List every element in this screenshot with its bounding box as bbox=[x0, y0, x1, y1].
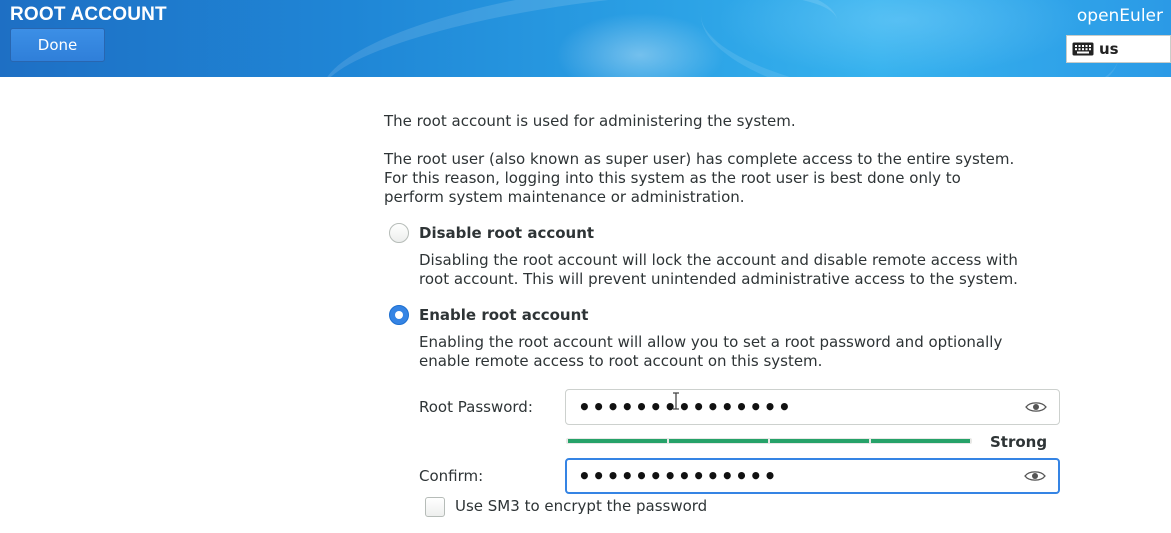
eye-icon[interactable] bbox=[1025, 400, 1047, 414]
enable-root-desc-line-2: enable remote access to root account on … bbox=[419, 352, 823, 370]
sm3-checkbox[interactable] bbox=[425, 497, 445, 517]
password-strength-label: Strong bbox=[990, 433, 1048, 451]
enable-root-radio[interactable] bbox=[389, 305, 409, 325]
strength-segment-3 bbox=[770, 439, 869, 443]
confirm-label: Confirm: bbox=[419, 467, 484, 485]
strength-segment-1 bbox=[568, 439, 667, 443]
password-strength-bar bbox=[566, 438, 972, 444]
text-cursor-icon bbox=[673, 392, 679, 410]
page-title: ROOT ACCOUNT bbox=[10, 4, 167, 25]
strength-segment-4 bbox=[871, 439, 970, 443]
eye-icon[interactable] bbox=[1024, 469, 1046, 483]
done-button[interactable]: Done bbox=[10, 28, 105, 62]
confirm-password-input[interactable]: •••••••••••••• bbox=[565, 458, 1060, 494]
strength-segment-2 bbox=[669, 439, 768, 443]
intro-text: The root account is used for administeri… bbox=[384, 112, 796, 130]
disable-root-radio[interactable] bbox=[389, 223, 409, 243]
header-decoration-2 bbox=[693, 0, 1127, 77]
keyboard-layout-label: us bbox=[1099, 40, 1119, 58]
keyboard-icon bbox=[1072, 42, 1094, 56]
disable-root-desc-line-1: Disabling the root account will lock the… bbox=[419, 251, 1018, 269]
intro-detail-line-1: The root user (also known as super user)… bbox=[384, 150, 1015, 168]
intro-detail-line-3: perform system maintenance or administra… bbox=[384, 188, 745, 206]
root-password-input[interactable]: ••••••••••••••• bbox=[565, 389, 1060, 425]
intro-detail-line-2: For this reason, logging into this syste… bbox=[384, 169, 961, 187]
disable-root-desc-line-2: root account. This will prevent unintend… bbox=[419, 270, 1018, 288]
keyboard-layout-indicator[interactable]: us bbox=[1066, 35, 1171, 63]
enable-root-label[interactable]: Enable root account bbox=[419, 306, 588, 324]
enable-root-desc-line-1: Enabling the root account will allow you… bbox=[419, 333, 1003, 351]
root-password-label: Root Password: bbox=[419, 398, 533, 416]
confirm-password-value: •••••••••••••• bbox=[578, 464, 778, 488]
header-bar: ROOT ACCOUNT Done openEuler us bbox=[0, 0, 1171, 77]
disable-root-label[interactable]: Disable root account bbox=[419, 224, 594, 242]
root-password-value: ••••••••••••••• bbox=[578, 395, 793, 419]
brand-label: openEuler bbox=[1076, 6, 1163, 26]
sm3-checkbox-label[interactable]: Use SM3 to encrypt the password bbox=[455, 497, 707, 515]
